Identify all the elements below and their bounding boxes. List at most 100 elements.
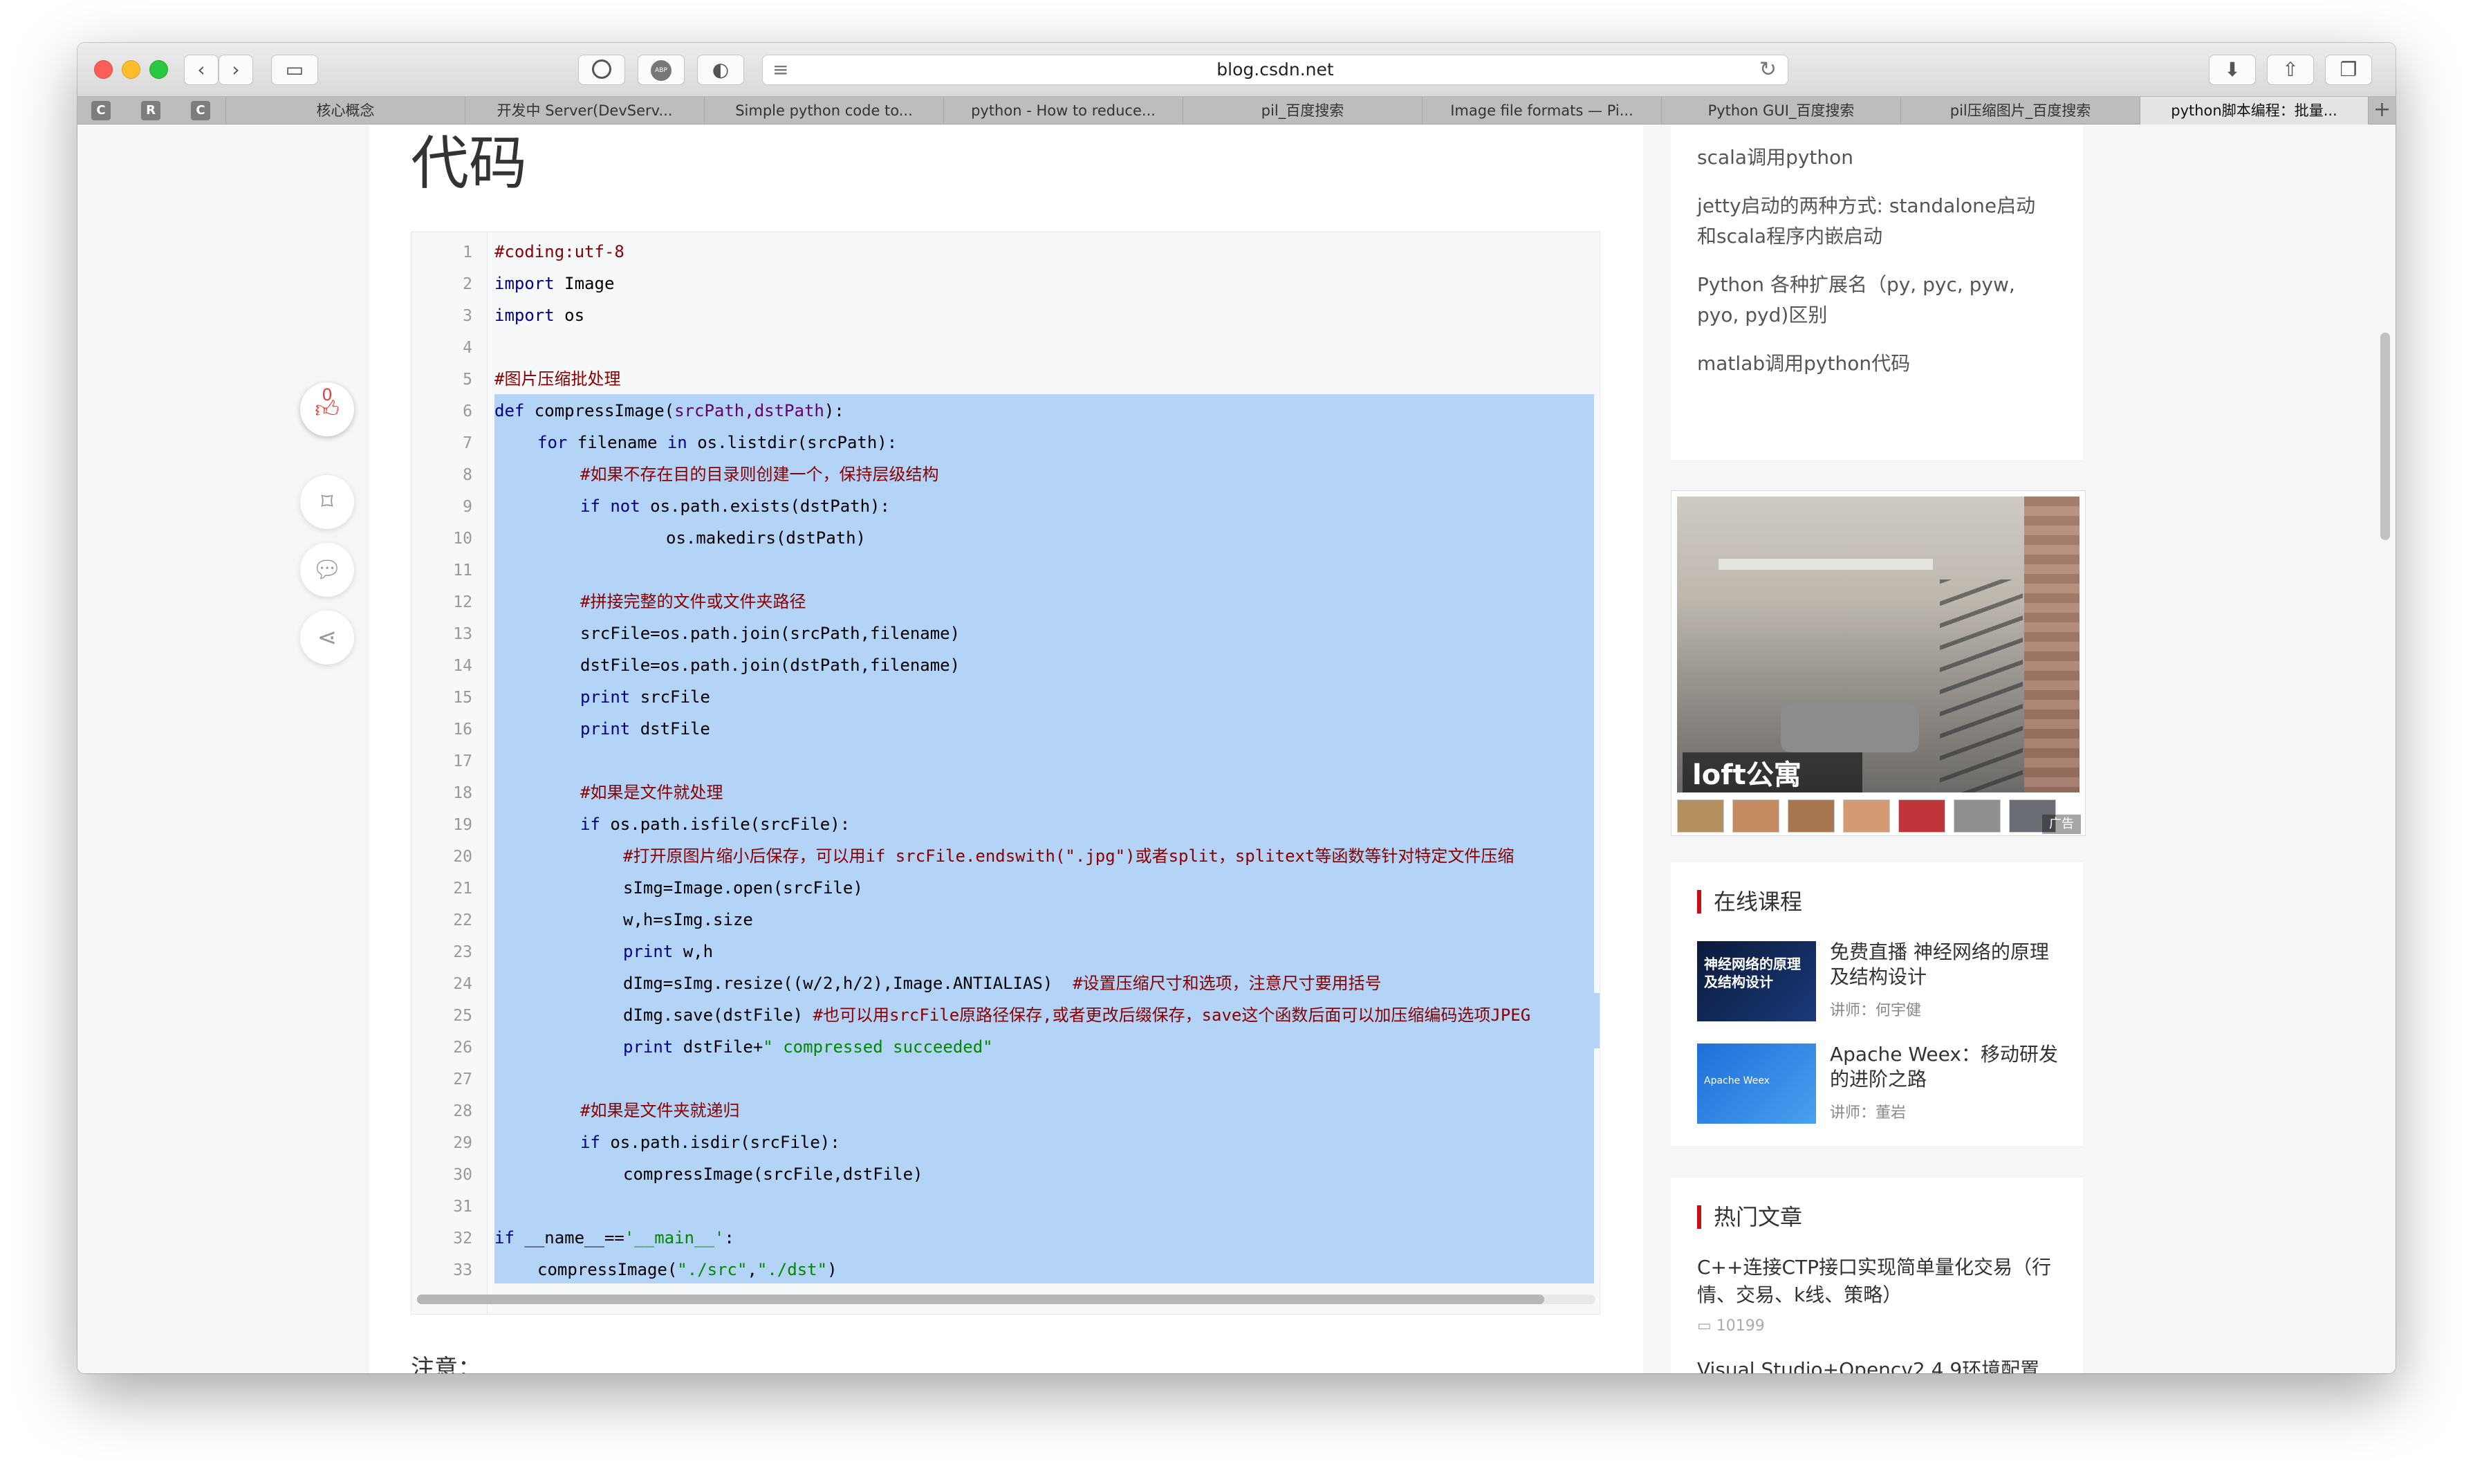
tab[interactable]: python - How to reduce... bbox=[943, 97, 1183, 124]
code-string: "./src" bbox=[677, 1260, 748, 1279]
downloads-button[interactable]: ⬇ bbox=[2209, 55, 2256, 85]
code-comment: #如果是文件夹就递归 bbox=[580, 1101, 740, 1120]
code-comment: #图片压缩批处理 bbox=[494, 369, 621, 389]
related-link[interactable]: pyo, pyd)区别 bbox=[1697, 301, 1827, 330]
ad-image[interactable]: loft公寓 bbox=[1677, 497, 2080, 792]
ad-label: 广告 bbox=[2042, 815, 2081, 834]
code-keyword: print bbox=[623, 1037, 674, 1057]
code-line: dImg=sImg.resize((w/2,h/2),Image.ANTIALI… bbox=[494, 974, 1382, 993]
tabs-icon: ❐ bbox=[2340, 58, 2358, 81]
article: 代码 #coding:utf-8 import Image import os … bbox=[369, 125, 1643, 1373]
reload-icon[interactable]: ↻ bbox=[1759, 55, 1777, 84]
extension-button[interactable]: ◐ bbox=[697, 55, 744, 85]
line-number: 28 bbox=[453, 1102, 472, 1120]
ad-thumbnail[interactable] bbox=[1898, 799, 1945, 833]
ad-thumbnail[interactable] bbox=[1954, 799, 2001, 833]
chevron-right-icon: › bbox=[232, 58, 240, 81]
code-line: sImg=Image.open(srcFile) bbox=[494, 878, 863, 898]
sidebar-toggle-button[interactable]: ▭ bbox=[271, 55, 318, 85]
code-text: sImg=Image.open(srcFile) bbox=[623, 878, 863, 898]
tab[interactable]: Image file formats — Pi... bbox=[1422, 97, 1661, 124]
new-tab-button[interactable]: + bbox=[2368, 97, 2396, 124]
scrollbar-thumb[interactable] bbox=[2380, 333, 2390, 540]
download-icon: ⬇ bbox=[2224, 58, 2241, 81]
code-line: w,h=sImg.size bbox=[494, 910, 753, 929]
close-window-button[interactable] bbox=[94, 60, 113, 79]
tab[interactable]: pil_百度搜索 bbox=[1183, 97, 1422, 124]
ad-image-detail bbox=[1940, 579, 2023, 792]
share-article-button[interactable]: ⋖ bbox=[300, 611, 354, 665]
scrollbar-thumb[interactable] bbox=[417, 1295, 1544, 1304]
code-params: srcPath,dstPath bbox=[674, 401, 824, 420]
line-number: 10 bbox=[453, 530, 472, 548]
ad-image-detail bbox=[2024, 497, 2080, 792]
code-line: if not os.path.exists(dstPath): bbox=[494, 497, 890, 516]
code-line: #如果是文件夹就递归 bbox=[494, 1101, 739, 1120]
tab-active[interactable]: python脚本编程：批量... bbox=[2140, 97, 2368, 124]
tab[interactable]: Python GUI_百度搜索 bbox=[1661, 97, 1900, 124]
related-link[interactable]: matlab调用python代码 bbox=[1697, 349, 1910, 378]
ad-thumbnail[interactable] bbox=[1788, 799, 1835, 833]
onepassword-icon bbox=[592, 59, 611, 79]
note-label: 注意： bbox=[411, 1355, 481, 1373]
line-number: 2 bbox=[463, 275, 472, 293]
code-comment: #打开原图片缩小后保存，可以用if srcFile.endswith(".jpg… bbox=[623, 846, 1515, 866]
code-line: import Image bbox=[494, 274, 614, 293]
bookmark-icon: ⌑ bbox=[321, 488, 333, 516]
ad-thumbnail[interactable] bbox=[1677, 799, 1724, 833]
extension-adblock-button[interactable]: ABP bbox=[638, 55, 685, 85]
course-title[interactable]: Apache Weex：移动研发的进阶之路 bbox=[1830, 1042, 2065, 1092]
vertical-scrollbar[interactable] bbox=[2380, 208, 2391, 1373]
tab[interactable]: 开发中 Server(DevServ... bbox=[465, 97, 704, 124]
line-number: 15 bbox=[453, 689, 472, 707]
pinned-tab[interactable]: C bbox=[191, 101, 210, 120]
chevron-left-icon: ‹ bbox=[197, 58, 205, 81]
line-number: 6 bbox=[463, 402, 472, 420]
views-count: 10199 bbox=[1716, 1317, 1765, 1335]
code-text: ): bbox=[824, 401, 844, 420]
course-teacher: 讲师：董岩 bbox=[1830, 1104, 1907, 1122]
hot-article-link[interactable]: C++连接CTP接口实现简单量化交易（行情、交易、k线、策略） bbox=[1697, 1254, 2057, 1309]
tab-overview-button[interactable]: ❐ bbox=[2325, 55, 2372, 85]
course-title[interactable]: 免费直播 神经网络的原理及结构设计 bbox=[1830, 940, 2065, 990]
code-line: compressImage("./src","./dst") bbox=[494, 1260, 837, 1279]
related-link[interactable]: scala调用python bbox=[1697, 143, 1853, 172]
code-text: dstFile bbox=[630, 719, 710, 739]
pinned-tab[interactable]: C bbox=[91, 101, 111, 120]
advertisement[interactable]: loft公寓 广告 bbox=[1671, 490, 2086, 836]
ad-thumbnail[interactable] bbox=[1843, 799, 1890, 833]
pinned-tab[interactable]: R bbox=[141, 101, 160, 120]
address-bar[interactable]: ≡ blog.csdn.net ↻ bbox=[762, 55, 1788, 85]
course-thumbnail[interactable]: Apache Weex bbox=[1697, 1044, 1816, 1124]
bookmark-button[interactable]: ⌑ bbox=[300, 475, 354, 529]
reader-icon[interactable]: ≡ bbox=[772, 55, 788, 84]
code-text: srcFile=os.path.join(srcPath,filename) bbox=[580, 624, 961, 643]
minimize-window-button[interactable] bbox=[122, 60, 140, 79]
ad-thumbnail[interactable] bbox=[1732, 799, 1779, 833]
line-number: 12 bbox=[453, 593, 472, 611]
ad-image-detail bbox=[1781, 704, 1919, 752]
related-link[interactable]: jetty启动的两种方式: standalone启动 bbox=[1697, 192, 2035, 221]
related-link[interactable]: Python 各种扩展名（py, pyc, pyw, bbox=[1697, 270, 2015, 299]
related-link[interactable]: 和scala程序内嵌启动 bbox=[1697, 222, 1882, 251]
forward-button[interactable]: › bbox=[219, 55, 253, 85]
share-icon: ⇧ bbox=[2282, 58, 2299, 81]
comment-button[interactable]: 💬︎ bbox=[300, 543, 354, 597]
zoom-window-button[interactable] bbox=[149, 60, 168, 79]
tab[interactable]: 核心概念 bbox=[225, 97, 465, 124]
line-number: 21 bbox=[453, 880, 472, 898]
code-text: , bbox=[747, 1260, 757, 1279]
hot-article-link[interactable]: Visual Studio+Opencv2.4.9环境配置 bbox=[1697, 1356, 2057, 1373]
code-block[interactable]: #coding:utf-8 import Image import os #图片… bbox=[411, 232, 1600, 1315]
course-thumbnail[interactable]: 神经网络的原理及结构设计 bbox=[1697, 941, 1816, 1021]
line-number: 4 bbox=[463, 339, 472, 357]
tab[interactable]: Simple python code to... bbox=[704, 97, 943, 124]
code-text: : bbox=[724, 1228, 734, 1248]
back-button[interactable]: ‹ bbox=[184, 55, 219, 85]
tab[interactable]: pil压缩图片_百度搜索 bbox=[1900, 97, 2140, 124]
code-text: os.path.isdir(srcFile): bbox=[600, 1133, 840, 1152]
horizontal-scrollbar[interactable] bbox=[417, 1295, 1595, 1304]
extension-1password-button[interactable] bbox=[578, 55, 625, 85]
share-button[interactable]: ⇧ bbox=[2267, 55, 2314, 85]
code-keyword: print bbox=[580, 719, 631, 739]
